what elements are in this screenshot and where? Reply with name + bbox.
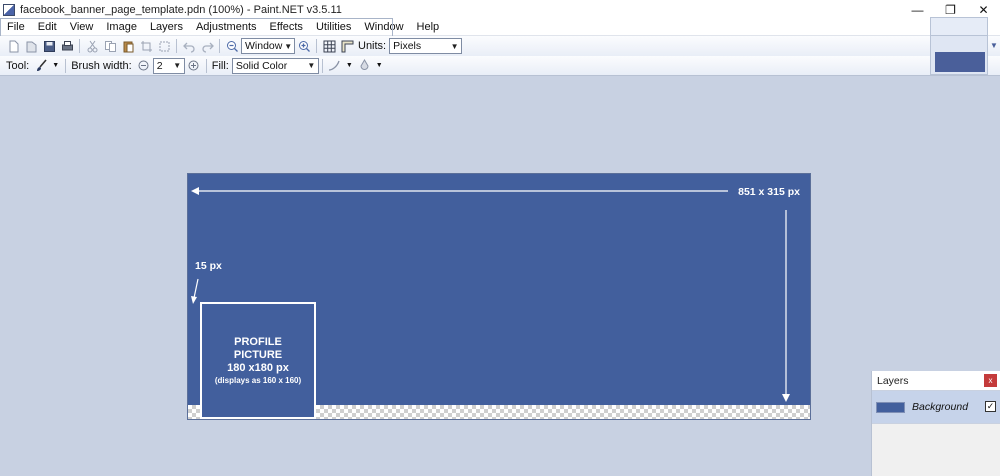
fill-select-value: Solid Color xyxy=(235,59,288,72)
undo-icon[interactable] xyxy=(181,38,197,54)
menu-utilities[interactable]: Utilities xyxy=(309,19,357,36)
profile-label-line1: PROFILE xyxy=(234,335,282,348)
zoom-in-icon[interactable] xyxy=(296,38,312,54)
dimension-label: 851 x 315 px xyxy=(738,186,800,198)
units-label: Units: xyxy=(358,40,387,52)
tool-label: Tool: xyxy=(6,59,30,72)
tool-dropdown-icon[interactable]: ▼ xyxy=(52,62,59,69)
layers-panel: Layers x Background ✓ xyxy=(871,371,1000,476)
menu-file[interactable]: File xyxy=(0,19,31,36)
paintbrush-icon[interactable] xyxy=(33,58,49,74)
zoom-select-value: Window xyxy=(245,40,283,52)
layer-item-background[interactable]: Background ✓ xyxy=(872,391,1000,424)
profile-picture-box: PROFILE PICTURE 180 x180 px (displays as… xyxy=(200,302,316,419)
image-canvas[interactable]: 851 x 315 px 15 px PROFILE PICTURE 180 x… xyxy=(187,173,811,420)
paste-icon[interactable] xyxy=(120,38,136,54)
navigator-expand-icon[interactable]: ▼ xyxy=(990,41,998,50)
zoom-select[interactable]: Window ▼ xyxy=(241,38,295,54)
window-title: facebook_banner_page_template.pdn (100%)… xyxy=(20,3,342,16)
toolbar-separator xyxy=(65,58,67,73)
menu-layers[interactable]: Layers xyxy=(143,19,189,36)
width-arrow-head xyxy=(191,187,199,195)
app-icon xyxy=(3,3,15,16)
chevron-down-icon: ▼ xyxy=(450,41,459,51)
layers-close-button[interactable]: x xyxy=(984,374,997,387)
fill-label: Fill: xyxy=(211,59,229,72)
navigator-image-preview xyxy=(935,52,985,72)
menu-help[interactable]: Help xyxy=(410,19,446,36)
height-arrow-head xyxy=(782,394,790,402)
title-bar: facebook_banner_page_template.pdn (100%)… xyxy=(0,0,1000,19)
new-file-icon[interactable] xyxy=(5,38,21,54)
profile-label-line2: PICTURE xyxy=(233,348,283,361)
antialiasing-dropdown-icon[interactable]: ▼ xyxy=(346,62,353,69)
navigator-viewport xyxy=(931,18,987,36)
layer-thumbnail xyxy=(876,401,905,413)
cut-icon[interactable] xyxy=(84,38,100,54)
tool-options-toolbar: Tool: ▼ Brush width: 2 ▼ Fill: Solid Col… xyxy=(0,56,1000,76)
save-icon[interactable] xyxy=(41,38,57,54)
brush-width-label: Brush width: xyxy=(71,59,132,72)
toolbar-separator xyxy=(316,39,317,53)
units-select-value: Pixels xyxy=(393,40,422,52)
toolbar-separator xyxy=(79,39,80,53)
units-select[interactable]: Pixels ▼ xyxy=(389,38,463,54)
menu-image[interactable]: Image xyxy=(99,19,143,36)
crop-icon[interactable] xyxy=(138,38,154,54)
deselect-icon[interactable] xyxy=(156,38,172,54)
zoom-out-icon[interactable] xyxy=(224,38,240,54)
blend-mode-icon[interactable] xyxy=(357,58,373,74)
menu-window[interactable]: Window xyxy=(357,19,409,36)
print-icon[interactable] xyxy=(59,38,75,54)
antialiasing-icon[interactable] xyxy=(327,58,343,74)
layers-panel-title: Layers xyxy=(877,374,909,387)
navigator-thumbnail[interactable] xyxy=(930,17,988,75)
chevron-down-icon: ▼ xyxy=(173,61,182,70)
margin-arrow-head xyxy=(191,296,197,304)
increase-width-icon[interactable] xyxy=(186,58,202,74)
brush-width-select[interactable]: 2 ▼ xyxy=(152,57,185,74)
copy-icon[interactable] xyxy=(102,38,118,54)
blend-mode-dropdown-icon[interactable]: ▼ xyxy=(376,62,383,69)
chevron-down-icon: ▼ xyxy=(307,61,316,70)
menu-bar: File Edit View Image Layers Adjustments … xyxy=(0,19,1000,36)
menu-view[interactable]: View xyxy=(63,19,100,36)
layer-name: Background xyxy=(912,401,969,413)
fill-select[interactable]: Solid Color ▼ xyxy=(231,57,319,74)
layers-panel-header: Layers x xyxy=(872,371,1000,391)
menu-edit[interactable]: Edit xyxy=(31,19,63,36)
grid-icon[interactable] xyxy=(321,38,337,54)
menu-effects[interactable]: Effects xyxy=(263,19,309,36)
toolbar-separator xyxy=(219,39,220,53)
layer-visibility-checkbox[interactable]: ✓ xyxy=(985,401,996,412)
open-file-icon[interactable] xyxy=(23,38,39,54)
toolbar-separator xyxy=(176,39,177,53)
chevron-down-icon: ▼ xyxy=(284,41,293,51)
brush-width-value: 2 xyxy=(156,59,163,72)
menu-adjustments[interactable]: Adjustments xyxy=(189,19,263,36)
profile-size-label: 180 x180 px xyxy=(227,361,289,374)
toolbar-separator xyxy=(321,58,323,73)
margin-label: 15 px xyxy=(195,260,222,272)
toolbar-separator xyxy=(205,58,207,73)
main-toolbar: Window ▼ Units: Pixels ▼ xyxy=(0,36,1000,56)
rulers-icon[interactable] xyxy=(339,38,355,54)
decrease-width-icon[interactable] xyxy=(136,58,152,74)
margin-arrow-line xyxy=(193,278,199,299)
profile-display-note: (displays as 160 x 160) xyxy=(214,375,302,385)
redo-icon[interactable] xyxy=(199,38,215,54)
